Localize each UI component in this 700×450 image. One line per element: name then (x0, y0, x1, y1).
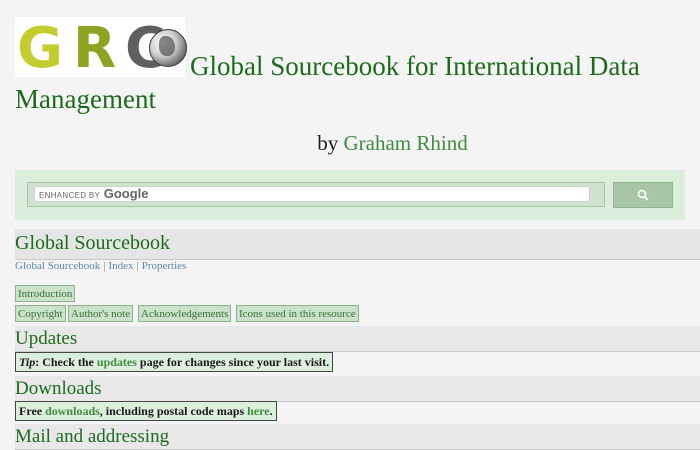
tab-acknowledgements[interactable]: Acknowledgements (138, 305, 232, 322)
breadcrumb: Global Sourcebook | Index | Properties (15, 260, 187, 272)
downloads-text-pre: Free (19, 404, 46, 418)
tip-text-post: page for changes since your last visit. (136, 355, 330, 369)
updates-link[interactable]: updates (97, 355, 137, 369)
section-heading-downloads: Downloads (15, 376, 700, 402)
breadcrumb-global-sourcebook[interactable]: Global Sourcebook (15, 260, 100, 272)
breadcrumb-index[interactable]: Index (108, 260, 133, 272)
byline-prefix: by (317, 131, 339, 155)
enhanced-by-label: ENHANCED BY (39, 191, 101, 200)
downloads-link[interactable]: downloads (45, 404, 100, 418)
updates-tip: Tip: Check the updates page for changes … (15, 352, 334, 372)
author-link[interactable]: Graham Rhind (344, 131, 468, 155)
section-heading-global-sourcebook: Global Sourcebook (15, 229, 700, 260)
postal-maps-link[interactable]: here (247, 404, 269, 418)
tab-icons[interactable]: Icons used in this resource (236, 305, 359, 322)
breadcrumb-properties[interactable]: Properties (142, 260, 187, 272)
page: G R C Global Sourcebook for Internationa… (0, 0, 700, 450)
downloads-text-mid: , including postal code maps (99, 404, 248, 418)
search-input[interactable]: ENHANCED BY Google (34, 186, 590, 202)
tip-text-pre: : Check the (35, 355, 97, 369)
tab-introduction[interactable]: Introduction (15, 285, 76, 302)
search-bar: ENHANCED BY Google (15, 170, 685, 220)
google-wordmark: Google (103, 186, 149, 201)
section-heading-updates: Updates (15, 326, 700, 352)
downloads-text-post: . (269, 404, 273, 418)
search-button[interactable] (613, 182, 673, 208)
section-heading-mail-addressing: Mail and addressing (15, 424, 700, 450)
search-box: ENHANCED BY Google (27, 182, 605, 207)
tab-copyright[interactable]: Copyright (15, 305, 66, 322)
tab-authors-note[interactable]: Author's note (68, 305, 134, 322)
tip-label: Tip (19, 355, 36, 369)
search-icon (637, 189, 649, 201)
site-title: Global Sourcebook for International Data… (15, 51, 640, 114)
byline: by Graham Rhind (0, 131, 700, 156)
downloads-note: Free downloads, including postal code ma… (15, 401, 277, 421)
